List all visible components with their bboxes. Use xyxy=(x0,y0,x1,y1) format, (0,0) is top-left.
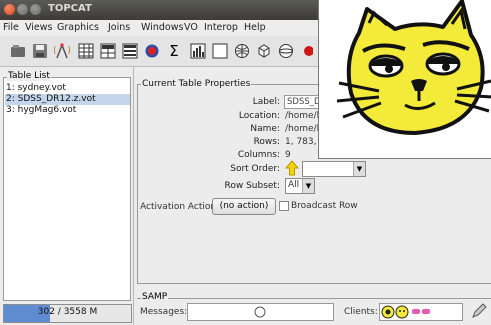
sphere-plot-icon[interactable] xyxy=(276,40,296,61)
plot-icon[interactable] xyxy=(210,40,230,61)
row-subset-label: Row Subset: xyxy=(224,181,281,191)
location-label: Location: xyxy=(238,111,280,121)
row-subset-select[interactable]: All ▼ xyxy=(285,178,315,194)
sort-order-label: Sort Order: xyxy=(230,164,280,174)
properties-title: Current Table Properties xyxy=(141,79,252,89)
maximize-icon[interactable] xyxy=(30,4,41,15)
stop-icon[interactable] xyxy=(298,40,318,61)
table-list-title: Table List xyxy=(7,71,51,81)
menu-interop[interactable]: Interop xyxy=(204,22,238,33)
menu-help[interactable]: Help xyxy=(244,22,266,33)
samp-messages-label: Messages: xyxy=(140,307,188,317)
label-label: Label: xyxy=(252,97,280,107)
broadcast-row-label: Broadcast Row xyxy=(291,201,358,211)
columns-label: Columns: xyxy=(237,150,280,160)
memory-label: 302 / 3558 M xyxy=(37,307,98,317)
table-list-item[interactable]: 2: SDSS_DR12.z.vot xyxy=(5,94,130,105)
menu-graphics[interactable]: Graphics xyxy=(57,22,99,33)
sort-order-select[interactable]: ▼ xyxy=(302,161,366,177)
left-panel: 1: sydney.vot 2: SDSS_DR12.z.vot 3: hygM… xyxy=(0,67,134,325)
activation-action-label: Activation Action: xyxy=(140,202,220,212)
samp-messages-display xyxy=(187,303,334,321)
histogram-icon[interactable] xyxy=(188,40,208,61)
sum-icon[interactable]: Σ xyxy=(164,40,184,61)
samp-title: SAMP xyxy=(141,292,169,302)
memory-monitor[interactable]: 302 / 3558 M xyxy=(3,304,132,323)
minimize-icon[interactable] xyxy=(17,4,28,15)
chevron-down-icon: ▼ xyxy=(353,162,365,176)
samp-clients-label: Clients: xyxy=(344,307,378,317)
menu-windows[interactable]: Windows xyxy=(141,22,183,33)
columns-icon[interactable] xyxy=(98,40,118,61)
table-list: 1: sydney.vot 2: SDSS_DR12.z.vot 3: hygM… xyxy=(3,77,131,301)
topcat-logo xyxy=(318,0,491,159)
subsets-icon[interactable] xyxy=(142,40,162,61)
stats-icon[interactable] xyxy=(120,40,140,61)
chevron-down-icon: ▼ xyxy=(302,179,314,193)
open-file-icon[interactable] xyxy=(8,40,28,61)
name-label: Name: xyxy=(250,124,280,134)
activation-action-button[interactable]: (no action) xyxy=(212,198,276,215)
pen-icon[interactable] xyxy=(470,302,488,320)
table-list-item[interactable]: 3: hygMag6.vot xyxy=(5,105,130,116)
broadcast-icon[interactable] xyxy=(52,40,72,61)
row-subset-value: All xyxy=(288,180,300,190)
close-icon[interactable] xyxy=(4,4,15,15)
window-title: TOPCAT xyxy=(48,3,92,14)
table-view-icon[interactable] xyxy=(76,40,96,61)
menu-joins[interactable]: Joins xyxy=(108,22,130,33)
broadcast-row-checkbox[interactable] xyxy=(279,201,289,211)
menu-views[interactable]: Views xyxy=(25,22,53,33)
table-list-item[interactable]: 1: sydney.vot xyxy=(5,83,130,94)
sky-plot-icon[interactable] xyxy=(232,40,252,61)
columns-value: 9 xyxy=(285,150,291,160)
save-icon[interactable] xyxy=(30,40,50,61)
sort-up-arrow-icon[interactable] xyxy=(284,160,300,176)
menu-file[interactable]: File xyxy=(3,22,19,33)
rows-label: Rows: xyxy=(253,137,280,147)
menu-vo[interactable]: VO xyxy=(184,22,198,33)
samp-clients-display xyxy=(379,303,463,321)
cube-plot-icon[interactable] xyxy=(254,40,274,61)
